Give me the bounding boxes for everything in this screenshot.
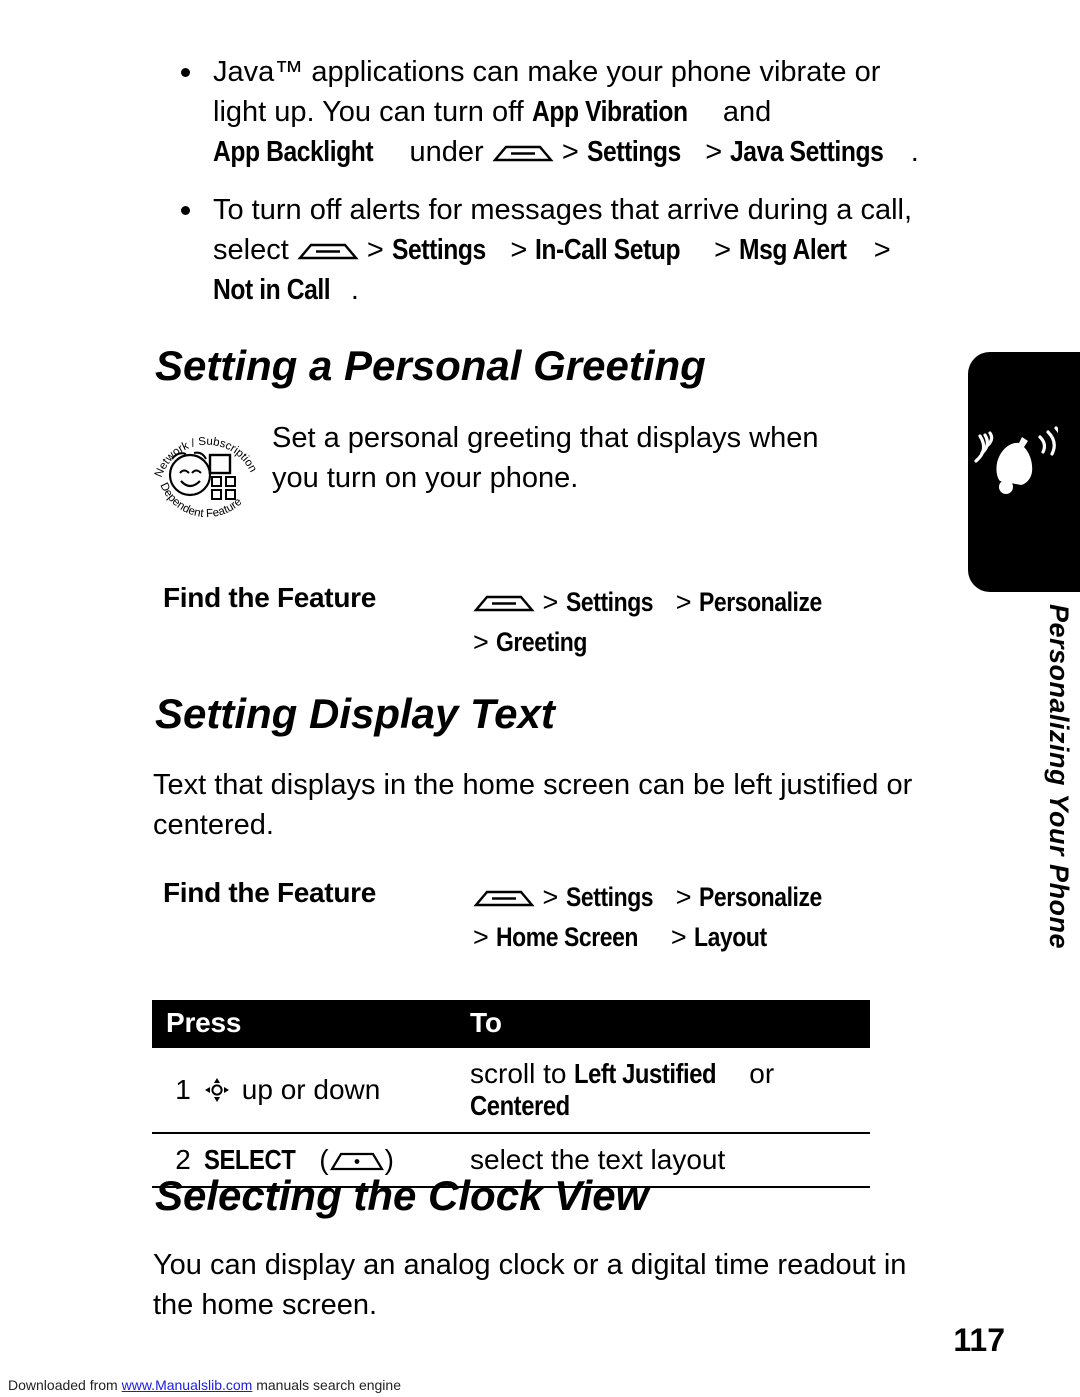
bullet-text: To turn off alerts for messages that arr… (213, 194, 912, 306)
display-text-body: Text that displays in the home screen ca… (153, 769, 913, 841)
menu-key-icon (297, 241, 359, 261)
network-subscription-dependent-feature-icon: Network / Subscription Dependent Feature (148, 415, 266, 533)
menu-item-name: Layout (694, 922, 767, 952)
menu-item-name: Not in Call (213, 274, 331, 306)
table-press-action: up or down (204, 1048, 454, 1134)
section-heading-display-text: Setting Display Text (155, 690, 555, 737)
bullet-dot-icon (181, 68, 190, 77)
bullet-text: Java™ applications can make your phone v… (213, 56, 919, 168)
intro-bullet-list: Java™ applications can make your phone v… (175, 52, 935, 328)
manualslib-link[interactable]: www.Manualslib.com (122, 1377, 253, 1393)
bullet-dot-icon (181, 206, 190, 215)
menu-item-name: App Backlight (213, 136, 374, 168)
find-the-feature-path: > Settings > Personalize > Greeting (473, 582, 1013, 662)
table-result-text: scroll to Left Justified or Centered (454, 1048, 870, 1134)
menu-item-name: Left Justified (574, 1058, 717, 1089)
menu-key-icon (492, 143, 554, 163)
menu-item-name: Java Settings (730, 136, 884, 168)
bullet-item: To turn off alerts for messages that arr… (175, 190, 935, 310)
menu-item-name: In-Call Setup (535, 234, 681, 266)
press-to-table: Press To 1 up or down scroll to Left Just… (152, 1000, 870, 1188)
menu-item-name: Settings (565, 882, 654, 912)
greeting-body-text: Set a personal greeting that displays wh… (272, 422, 819, 494)
section-heading-greeting: Setting a Personal Greeting (155, 342, 706, 389)
table-row: 1 up or down scroll to Left Justified or … (152, 1048, 870, 1134)
navigation-key-icon (204, 1077, 230, 1103)
table-step-number: 1 (152, 1048, 204, 1134)
menu-item-name: App Vibration (531, 96, 688, 128)
alert-bell-icon (966, 415, 1066, 505)
menu-item-name: Personalize (699, 882, 822, 912)
section-heading-clock-view: Selecting the Clock View (155, 1172, 649, 1219)
menu-key-icon (473, 593, 535, 613)
menu-item-name: Settings (391, 234, 486, 266)
chapter-side-title: Personalizing Your Phone (1044, 604, 1074, 950)
select-key-icon (329, 1147, 385, 1171)
download-footer: Downloaded from www.Manualslib.com manua… (8, 1377, 401, 1393)
menu-key-icon (473, 888, 535, 908)
clock-view-body: You can display an analog clock or a dig… (153, 1249, 907, 1321)
menu-item-name: Centered (470, 1090, 570, 1121)
table-header-to: To (454, 1000, 870, 1048)
menu-item-name: Home Screen (496, 922, 639, 952)
footer-suffix: manuals search engine (252, 1377, 401, 1393)
find-the-feature-label: Find the Feature (163, 877, 376, 908)
table-header-press: Press (152, 1000, 454, 1048)
find-the-feature-label: Find the Feature (163, 582, 376, 613)
page-number: 117 (953, 1322, 1005, 1358)
footer-prefix: Downloaded from (8, 1377, 122, 1393)
menu-item-name: Settings (586, 136, 681, 168)
menu-item-name: Settings (565, 587, 654, 617)
menu-item-name: Personalize (699, 587, 822, 617)
menu-item-name: Greeting (496, 627, 588, 657)
menu-item-name: Msg Alert (739, 234, 847, 266)
find-the-feature-path: > Settings > Personalize > Home Screen > … (473, 877, 1013, 957)
bullet-item: Java™ applications can make your phone v… (175, 52, 935, 172)
table-header-row: Press To (152, 1000, 870, 1048)
